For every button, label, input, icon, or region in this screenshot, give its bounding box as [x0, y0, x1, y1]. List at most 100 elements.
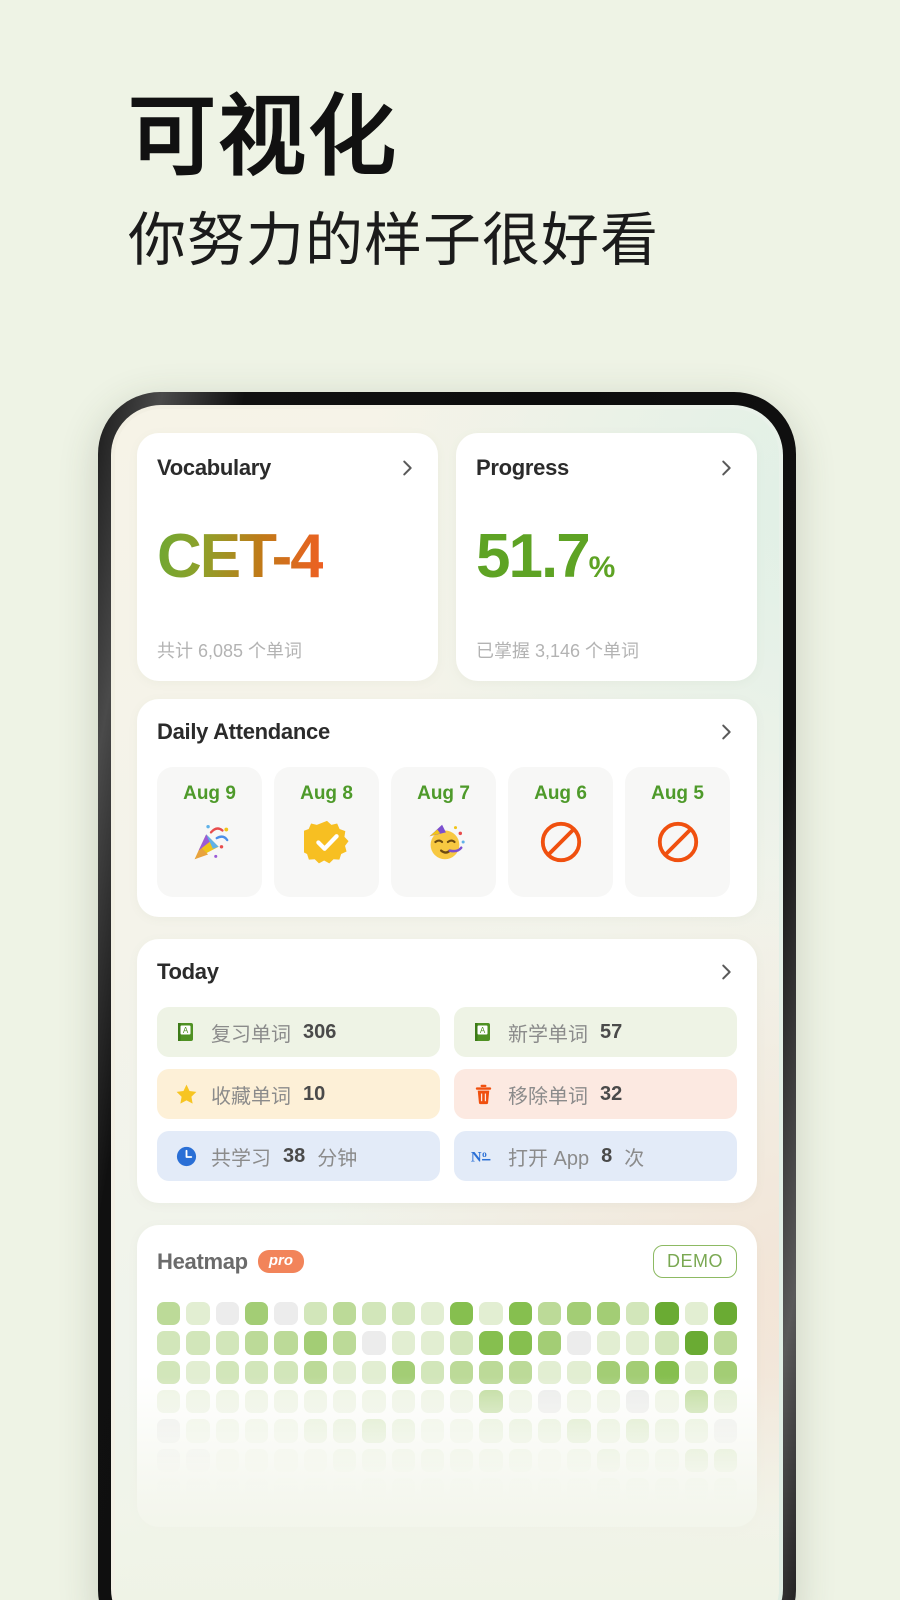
heatmap-cell: [538, 1389, 562, 1414]
heatmap-cell: [538, 1448, 562, 1472]
progress-percent-value: 51.7: [476, 522, 591, 591]
attendance-day-date: Aug 5: [651, 783, 704, 804]
stat-value: 8: [601, 1144, 613, 1167]
heatmap-cell: [303, 1302, 327, 1326]
heatmap-cell: [157, 1477, 181, 1502]
heatmap-cell: [274, 1360, 298, 1384]
heatmap-cell: [186, 1389, 210, 1414]
heatmap-cell: [538, 1360, 562, 1384]
heatmap-cell: [567, 1360, 591, 1384]
heatmap-title-group: Heatmap pro: [157, 1249, 304, 1275]
heatmap-cell: [303, 1389, 327, 1414]
heatmap-cell: [713, 1331, 738, 1355]
app-screen: Vocabulary CET-4 共计 6,085 个单词 Progress 5…: [115, 409, 779, 1600]
heatmap-cell: [332, 1360, 357, 1384]
heatmap-cell: [479, 1448, 503, 1472]
stat-favorited-words[interactable]: 收藏单词 10: [157, 1069, 440, 1119]
heatmap-cell: [215, 1448, 239, 1472]
today-card-title: Today: [157, 959, 219, 984]
chevron-right-icon[interactable]: [396, 457, 418, 479]
heatmap-cell: [157, 1448, 181, 1472]
heatmap-cell: [655, 1302, 679, 1326]
heatmap-cell: [596, 1389, 620, 1414]
heatmap-cell: [362, 1448, 386, 1472]
demo-button[interactable]: DEMO: [653, 1245, 737, 1278]
today-card[interactable]: Today A 复习单词 306 A 新学单词 57 收藏单词 10 移除单词 …: [137, 939, 757, 1203]
progress-card-header: Progress: [476, 455, 737, 481]
heatmap-cell: [508, 1389, 533, 1414]
attendance-day[interactable]: Aug 5: [625, 767, 730, 897]
green-book-icon: A: [173, 1019, 199, 1045]
heatmap-cell: [655, 1419, 679, 1443]
heatmap-cell: [684, 1389, 708, 1414]
heatmap-card[interactable]: Heatmap pro DEMO: [137, 1225, 757, 1528]
progress-mastered-note: 已掌握 3,146 个单词: [476, 641, 640, 661]
attendance-day-date: Aug 8: [300, 783, 353, 804]
heatmap-cell: [391, 1302, 415, 1326]
heatmap-cell: [420, 1389, 445, 1414]
heatmap-cell: [215, 1331, 239, 1355]
heatmap-cell: [450, 1302, 474, 1326]
heatmap-cell: [157, 1389, 181, 1414]
today-card-header: Today: [157, 959, 737, 985]
stat-reviewed-words[interactable]: A 复习单词 306: [157, 1007, 440, 1057]
heatmap-cell: [244, 1302, 269, 1326]
trash-icon: [470, 1081, 496, 1107]
heatmap-cell: [567, 1302, 591, 1326]
heatmap-cell: [332, 1477, 357, 1502]
stat-app-opens[interactable]: No 打开 App 8 次: [454, 1131, 737, 1181]
heatmap-cell: [332, 1302, 357, 1326]
heatmap-cell: [303, 1419, 327, 1443]
daily-attendance-card[interactable]: Daily Attendance Aug 9 Aug 8 Aug 7 Aug 6…: [137, 699, 757, 917]
heatmap-cell: [215, 1389, 239, 1414]
heatmap-cell: [303, 1360, 327, 1384]
vocabulary-card[interactable]: Vocabulary CET-4 共计 6,085 个单词: [137, 433, 438, 681]
heatmap-cell: [215, 1419, 239, 1443]
attendance-day-date: Aug 6: [534, 783, 587, 804]
prohibited-emoji: [538, 819, 584, 865]
heatmap-cell: [684, 1448, 708, 1472]
attendance-days-row: Aug 9 Aug 8 Aug 7 Aug 6 Aug 5: [157, 767, 737, 897]
stat-label: 共学习: [211, 1147, 271, 1170]
heatmap-cell: [713, 1302, 738, 1326]
heatmap-cell: [684, 1360, 708, 1384]
heatmap-cell: [684, 1331, 708, 1355]
phone-mockup: Vocabulary CET-4 共计 6,085 个单词 Progress 5…: [98, 392, 796, 1600]
heatmap-cell: [450, 1389, 474, 1414]
stat-label: 收藏单词: [211, 1085, 291, 1108]
heatmap-cell: [479, 1419, 503, 1443]
heatmap-cell: [244, 1360, 269, 1384]
chevron-right-icon[interactable]: [715, 457, 737, 479]
heatmap-cell: [567, 1389, 591, 1414]
heatmap-grid: [157, 1302, 738, 1502]
heatmap-cell: [157, 1302, 181, 1326]
attendance-day[interactable]: Aug 8: [274, 767, 379, 897]
heatmap-cell: [215, 1360, 239, 1384]
prohibited-emoji: [655, 819, 701, 865]
progress-value-row: 51.7 %: [476, 526, 737, 592]
heatmap-cell: [274, 1448, 298, 1472]
attendance-card-title: Daily Attendance: [157, 719, 330, 744]
attendance-day[interactable]: Aug 9: [157, 767, 262, 897]
heatmap-cell: [186, 1331, 210, 1355]
stat-new-words[interactable]: A 新学单词 57: [454, 1007, 737, 1057]
progress-card[interactable]: Progress 51.7 % 已掌握 3,146 个单词: [456, 433, 757, 681]
heatmap-cell: [596, 1448, 620, 1472]
attendance-day[interactable]: Aug 6: [508, 767, 613, 897]
stat-suffix: 次: [624, 1147, 645, 1170]
heatmap-cell: [332, 1331, 357, 1355]
heatmap-cell: [391, 1477, 415, 1502]
progress-percent-symbol: %: [588, 551, 616, 584]
chevron-right-icon[interactable]: [715, 961, 737, 983]
chevron-right-icon[interactable]: [715, 721, 737, 743]
numero-icon: No: [470, 1143, 496, 1169]
stat-removed-words[interactable]: 移除单词 32: [454, 1069, 737, 1119]
attendance-day[interactable]: Aug 7: [391, 767, 496, 897]
heatmap-cell: [186, 1419, 210, 1443]
heatmap-cell: [626, 1360, 650, 1384]
heatmap-cell: [362, 1389, 386, 1414]
attendance-day-date: Aug 7: [417, 783, 470, 804]
heatmap-cell: [332, 1389, 357, 1414]
stat-study-minutes[interactable]: 共学习 38 分钟: [157, 1131, 440, 1181]
stat-label: 复习单词: [211, 1023, 291, 1046]
